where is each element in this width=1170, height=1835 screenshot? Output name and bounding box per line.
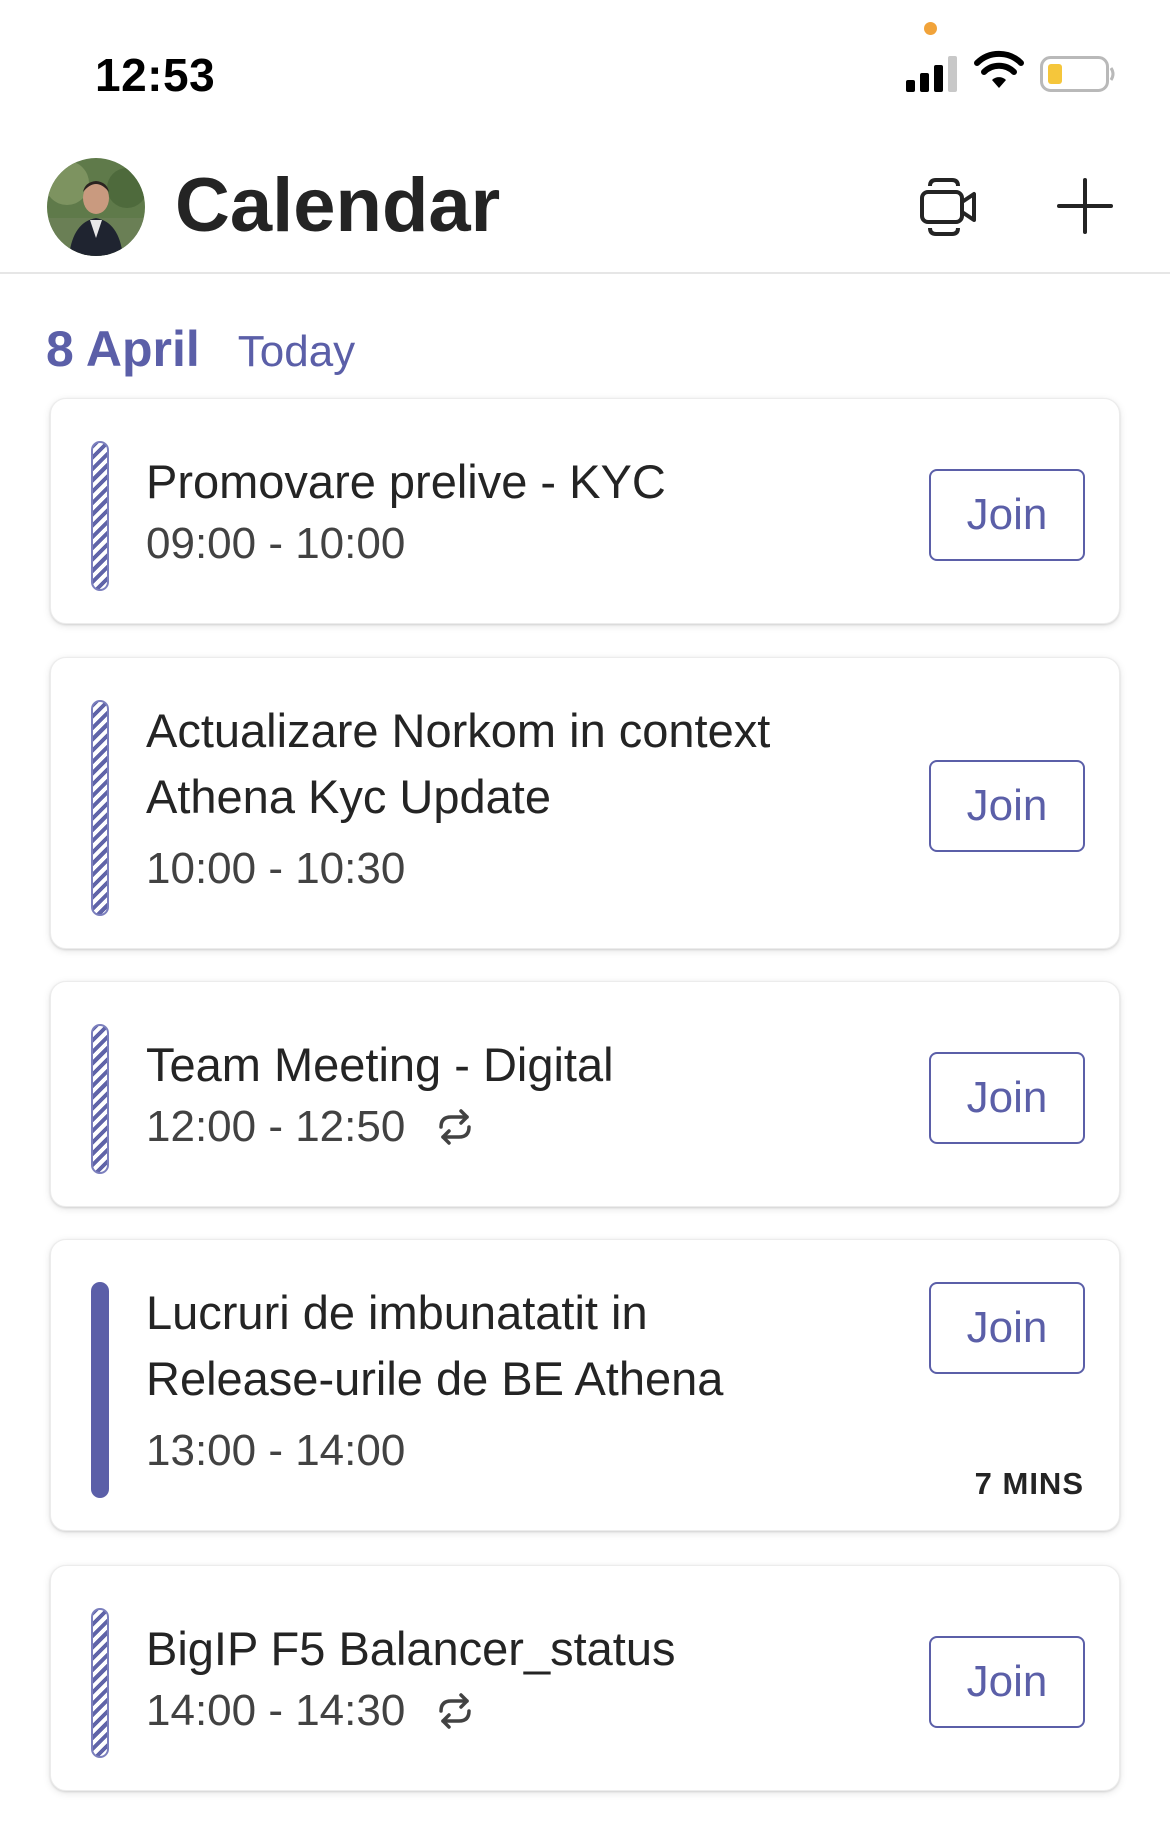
status-time: 12:53: [95, 49, 216, 101]
join-button[interactable]: Join: [929, 1282, 1085, 1374]
event-time-text: 14:00 - 14:30: [146, 1686, 406, 1735]
event-title: Actualizare Norkom in context Athena Kyc…: [146, 704, 771, 823]
event-time-text: 10:00 - 10:30: [146, 844, 406, 893]
status-bar: 12:53: [0, 0, 1170, 130]
time-until-badge: 7 MINS: [974, 1466, 1084, 1501]
event-time: 13:00 - 14:00: [146, 1426, 405, 1476]
event-time-text: 09:00 - 10:00: [146, 519, 406, 568]
event-status-bar: [91, 1608, 109, 1758]
event-title: Promovare prelive - KYC: [146, 455, 666, 508]
calendar-header: Calendar: [0, 130, 1170, 274]
event-card[interactable]: Promovare prelive - KYC 09:00 - 10:00 Jo…: [50, 398, 1120, 624]
event-time: 14:00 - 14:30: [146, 1686, 477, 1736]
join-button[interactable]: Join: [929, 1636, 1085, 1728]
wifi-icon: [974, 50, 1024, 88]
event-title: BigIP F5 Balancer_status: [146, 1622, 676, 1675]
event-title: Team Meeting - Digital: [146, 1038, 614, 1091]
event-time-text: 13:00 - 14:00: [146, 1426, 406, 1475]
recurring-icon: [439, 1109, 472, 1145]
page-title: Calendar: [175, 163, 501, 248]
event-time-text: 12:00 - 12:50: [146, 1102, 406, 1151]
event-card[interactable]: BigIP F5 Balancer_status 14:00 - 14:30 J…: [50, 1565, 1120, 1791]
date-label: 8 April: [46, 321, 200, 377]
cellular-signal-icon: [906, 56, 957, 92]
privacy-indicator-dot: [924, 22, 937, 35]
event-status-bar: [91, 1282, 109, 1498]
event-status-bar: [91, 441, 109, 591]
date-header: 8 April Today: [46, 320, 355, 378]
event-card[interactable]: Lucruri de imbunatatit in Release-urile …: [50, 1239, 1120, 1531]
join-button[interactable]: Join: [929, 760, 1085, 852]
join-button[interactable]: Join: [929, 1052, 1085, 1144]
today-label: Today: [237, 327, 356, 376]
avatar[interactable]: [47, 158, 145, 256]
video-meet-icon[interactable]: [918, 174, 978, 240]
event-time: 09:00 - 10:00: [146, 519, 405, 569]
recurring-icon: [439, 1693, 472, 1729]
event-card[interactable]: Actualizare Norkom in context Athena Kyc…: [50, 657, 1120, 949]
plus-icon[interactable]: [1055, 176, 1115, 236]
event-title: Lucruri de imbunatatit in Release-urile …: [146, 1286, 724, 1405]
event-time: 12:00 - 12:50: [146, 1102, 477, 1152]
event-card[interactable]: Team Meeting - Digital 12:00 - 12:50 Joi…: [50, 981, 1120, 1207]
event-status-bar: [91, 1024, 109, 1174]
event-status-bar: [91, 700, 109, 916]
join-button[interactable]: Join: [929, 469, 1085, 561]
event-time: 10:00 - 10:30: [146, 844, 405, 894]
battery-icon: [1040, 56, 1115, 92]
